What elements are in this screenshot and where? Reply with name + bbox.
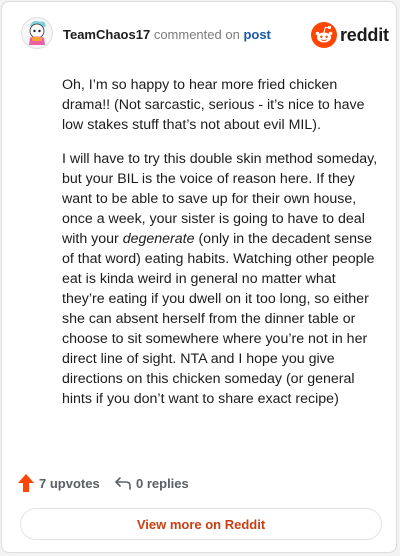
comment-emphasis: degenerate <box>122 231 195 247</box>
commented-on-text: commented on <box>153 27 240 42</box>
comment-footer: 7 upvotes 0 replies <box>2 472 396 498</box>
view-more-on-reddit-button[interactable]: View more on Reddit <box>20 508 382 540</box>
reddit-snoo-logo-icon <box>311 22 337 48</box>
reddit-logo-text: reddit <box>340 24 389 45</box>
username-link[interactable]: TeamChaos17 <box>63 27 150 42</box>
upvote-count: 7 upvotes <box>39 475 100 491</box>
comment-paragraph: Oh, I’m so happy to hear more fried chic… <box>62 77 365 133</box>
comment-body: Oh, I’m so happy to hear more fried chic… <box>62 75 382 423</box>
upvote-arrow-icon <box>18 474 34 492</box>
replies-button[interactable]: 0 replies <box>114 474 189 492</box>
reddit-comment-card: TeamChaos17 commented on post reddit Oh,… <box>1 1 397 553</box>
reply-arrow-icon <box>115 477 131 490</box>
upvote-button[interactable]: 7 upvotes <box>17 473 100 493</box>
comment-text: (only in the decadent sense of that word… <box>62 231 375 407</box>
comment-header: TeamChaos17 commented on post reddit <box>2 2 396 68</box>
replies-count: 0 replies <box>136 475 189 491</box>
comment-author-line: TeamChaos17 commented on post <box>63 27 271 42</box>
snoo-avatar-icon[interactable] <box>21 17 53 49</box>
comment-paragraph: I will have to try this double skin meth… <box>62 149 382 409</box>
post-link[interactable]: post <box>243 27 270 42</box>
reddit-logo[interactable]: reddit <box>311 21 389 49</box>
